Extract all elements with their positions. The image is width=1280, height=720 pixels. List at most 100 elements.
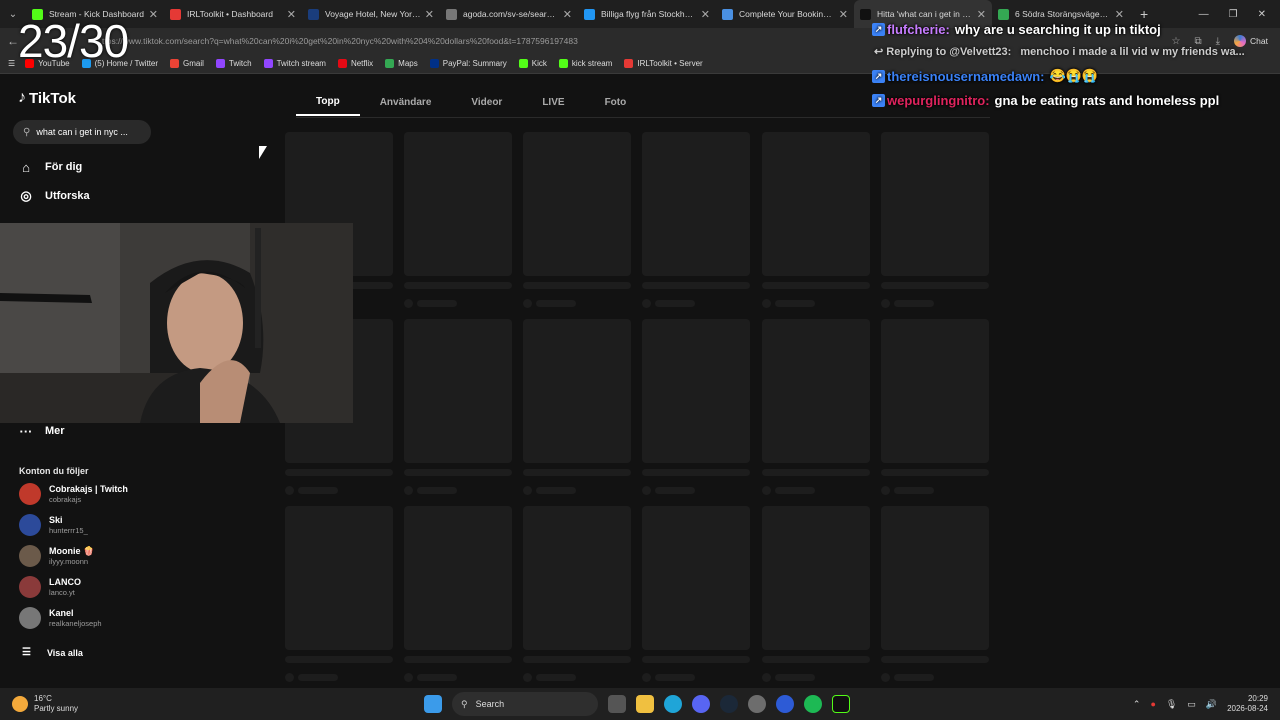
skeleton-card (642, 132, 750, 276)
avatar (19, 607, 41, 629)
bookmark-item[interactable]: Maps (385, 59, 418, 68)
skeleton-line (655, 487, 695, 494)
tab-close-icon[interactable]: ✕ (701, 8, 710, 21)
sidebar-item-for-you[interactable]: ⌂ För dig (18, 159, 82, 175)
skeleton-line (881, 469, 989, 476)
bookmark-item[interactable]: kick stream (558, 59, 613, 68)
following-account[interactable]: Cobrakajs | Twitch cobrakajs (19, 483, 128, 505)
edge-browser-icon[interactable] (664, 695, 682, 713)
skeleton-line (298, 674, 338, 681)
minimize-icon[interactable]: — (1199, 9, 1209, 20)
account-handle: cobrakajs (49, 494, 82, 504)
browser-tab[interactable]: IRLToolkit • Dashboard ✕ (164, 0, 302, 28)
search-value: what can i get in nyc ... (36, 127, 128, 137)
bookmarks-menu-icon[interactable]: ☰ (8, 59, 15, 68)
tab-foto[interactable]: Foto (585, 89, 647, 116)
skeleton-line (775, 674, 815, 681)
show-all-link[interactable]: ☰ Visa alla (22, 647, 83, 658)
bookmark-label: Twitch stream (276, 59, 326, 68)
weather-widget[interactable]: 16°C Partly sunny (12, 694, 78, 714)
tab-close-icon[interactable]: ✕ (1115, 8, 1124, 21)
account-name: Kanel (49, 607, 74, 618)
account-name: LANCO (49, 576, 81, 587)
skeleton-card (404, 506, 512, 650)
bookmark-item[interactable]: Twitch stream (263, 59, 326, 68)
more-dots-icon: ··· (19, 423, 33, 439)
skeleton-card (881, 506, 989, 650)
windows-start-icon[interactable] (424, 695, 442, 713)
taskbar-search[interactable]: ⚲ Search (452, 692, 598, 716)
bookmark-item[interactable]: Kick (518, 59, 547, 68)
browser-tab[interactable]: agoda.com/sv-se/search?ci ✕ (440, 0, 578, 28)
volume-icon[interactable]: 🔊 (1206, 699, 1217, 710)
tab-close-icon[interactable]: ✕ (563, 8, 572, 21)
tiktok-note-icon: ♪ (18, 89, 26, 106)
bookmark-favicon-icon (429, 59, 439, 68)
discord-icon[interactable] (692, 695, 710, 713)
following-account[interactable]: LANCO lanco.yt (19, 576, 81, 598)
skeleton-line (417, 300, 457, 307)
bookmark-favicon-icon (170, 59, 180, 68)
tab-close-icon[interactable]: ✕ (839, 8, 848, 21)
chat-text: gna be eating rats and homeless ppl (994, 93, 1220, 108)
bookmark-item[interactable]: PayPal: Summary (429, 59, 507, 68)
following-account[interactable]: Moonie 🍿 ilyyy.moonn (19, 545, 94, 567)
bookmark-favicon-icon (215, 59, 225, 68)
skeleton-card (762, 132, 870, 276)
sidebar-item-more[interactable]: ··· Mer (18, 423, 65, 439)
tray-app-icon[interactable]: ● (1150, 699, 1155, 709)
skeleton-card (881, 319, 989, 463)
tray-chevron-icon[interactable]: ⌃ (1133, 699, 1141, 710)
tab-close-icon[interactable]: ✕ (977, 8, 986, 21)
browser-tab[interactable]: Complete Your Booking | Sn ✕ (716, 0, 854, 28)
new-tab-plus-icon[interactable]: + (1140, 6, 1148, 22)
bookmark-item[interactable]: Gmail (170, 59, 204, 68)
bookmark-item[interactable]: Twitch (215, 59, 252, 68)
skeleton-avatar (642, 486, 651, 495)
network-icon[interactable]: ▭ (1187, 699, 1196, 710)
task-view-icon[interactable] (608, 695, 626, 713)
search-input[interactable]: ⚲ what can i get in nyc ... (13, 120, 151, 144)
following-account[interactable]: Ski hunterrr15_ (19, 514, 88, 536)
tab-close-icon[interactable]: ✕ (287, 8, 296, 21)
spotify-icon[interactable] (804, 695, 822, 713)
tab-close-icon[interactable]: ✕ (425, 8, 434, 21)
tab-topp[interactable]: Topp (296, 89, 360, 116)
steam-icon[interactable] (720, 695, 738, 713)
skeleton-line (762, 282, 870, 289)
url-field[interactable]: ttps://www.tiktok.com/search?q=what%20ca… (102, 36, 578, 46)
tab-title: Complete Your Booking | Sn (739, 9, 835, 19)
file-explorer-icon[interactable] (636, 695, 654, 713)
skeleton-avatar (404, 673, 413, 682)
tab-anv-ndare[interactable]: Användare (360, 89, 452, 116)
tab-close-icon[interactable]: ✕ (149, 8, 158, 21)
skeleton-card (762, 506, 870, 650)
ea-app-icon[interactable] (776, 695, 794, 713)
close-window-icon[interactable]: ✕ (1258, 9, 1266, 20)
bookmark-label: kick stream (571, 59, 613, 68)
skeleton-avatar (404, 299, 413, 308)
bookmark-item[interactable]: IRLToolkit • Server (624, 59, 703, 68)
tab-videor[interactable]: Videor (451, 89, 522, 116)
microphone-icon[interactable]: 🎙 (1166, 699, 1177, 710)
obs-icon[interactable] (748, 695, 766, 713)
chat-message: ↗ wepurglingnitro: gna be eating rats and … (872, 93, 1219, 108)
clock[interactable]: 20:29 2026-08-24 (1227, 694, 1268, 714)
following-account[interactable]: Kanel realkaneljoseph (19, 607, 102, 629)
tab-title: Billiga flyg från Stockholm ti (601, 9, 697, 19)
tiktok-logo[interactable]: ♪ TikTok (18, 89, 76, 107)
browser-tab[interactable]: Voyage Hotel, New York Ho ✕ (302, 0, 440, 28)
tab-live[interactable]: LIVE (522, 89, 584, 116)
bookmark-item[interactable]: Netflix (337, 59, 373, 68)
skeleton-line (536, 300, 576, 307)
avatar (19, 576, 41, 598)
tab-title: Hitta 'what can i get in nyc w (877, 9, 973, 19)
maximize-icon[interactable]: ❐ (1229, 9, 1238, 20)
skeleton-avatar (881, 486, 890, 495)
skeleton-line (404, 282, 512, 289)
bookmark-favicon-icon (263, 59, 273, 68)
sidebar-item-explore[interactable]: ◎ Utforska (18, 188, 89, 204)
browser-tab[interactable]: Billiga flyg från Stockholm ti ✕ (578, 0, 716, 28)
skeleton-avatar (881, 673, 890, 682)
kick-app-icon[interactable] (832, 695, 850, 713)
